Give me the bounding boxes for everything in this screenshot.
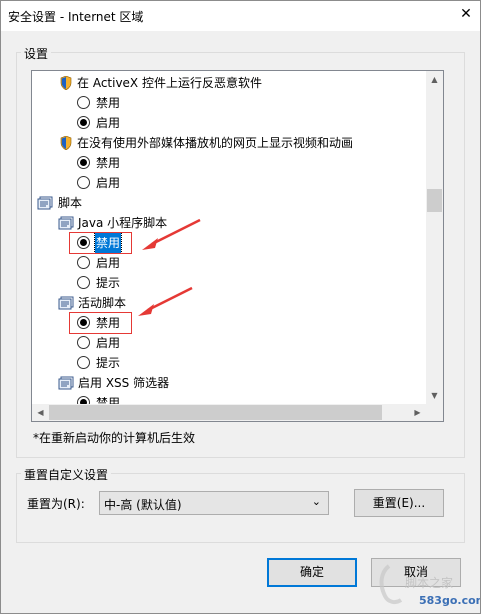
radio-button[interactable] (77, 176, 90, 189)
radio-button[interactable] (77, 336, 90, 349)
script-settings-icon (58, 216, 74, 230)
setting-shield-icon (60, 76, 72, 90)
radio-button[interactable] (77, 356, 90, 369)
subcategory-label: 活动脚本 (78, 296, 127, 310)
subcategory-active-scripting[interactable]: 活动脚本 (32, 293, 426, 313)
category-label: 脚本 (58, 196, 83, 210)
annotation-arrow-icon (142, 218, 201, 250)
vertical-scroll-thumb[interactable] (427, 189, 442, 212)
title-bar: 安全设置 - Internet 区域 ✕ (0, 0, 481, 31)
reset-button[interactable]: 重置(E)... (354, 489, 444, 517)
subcategory-label: 启用 XSS 筛选器 (78, 376, 170, 390)
category-scripting[interactable]: 脚本 (32, 193, 426, 213)
site-watermark: 脚本之家 583go.com (375, 560, 481, 614)
script-settings-icon (37, 196, 53, 210)
script-settings-icon (58, 376, 74, 390)
security-level-dropdown[interactable]: 中-高 (默认值) ⌄ (99, 491, 329, 515)
option-row[interactable]: 禁用 (32, 153, 426, 173)
radio-button[interactable] (77, 256, 90, 269)
option-label: 提示 (96, 276, 121, 290)
option-row[interactable]: 启用 (32, 253, 426, 273)
watermark-logo-icon (379, 564, 403, 605)
setting-activex-antimalware[interactable]: 在 ActiveX 控件上运行反恶意软件 (32, 73, 426, 93)
option-row[interactable]: 禁用 (32, 93, 426, 113)
option-label: 提示 (96, 356, 121, 370)
scroll-right-icon[interactable]: ▶ (409, 404, 426, 421)
option-row[interactable]: 启用 (32, 333, 426, 353)
setting-label: 在没有使用外部媒体播放机的网页上显示视频和动画 (77, 136, 354, 150)
ok-button-label: 确定 (299, 565, 324, 579)
watermark-url: 583go.com (419, 594, 481, 607)
radio-button[interactable] (77, 276, 90, 289)
reset-button-label: 重置(E)... (372, 496, 426, 510)
option-row[interactable]: 提示 (32, 353, 426, 373)
radio-button-checked[interactable] (77, 116, 90, 129)
watermark-text: 脚本之家 (405, 576, 454, 590)
annotation-box-java-disable (69, 232, 132, 254)
option-row[interactable]: 启用 (32, 173, 426, 193)
option-label: 启用 (96, 256, 121, 270)
reset-group-label: 重置自定义设置 (21, 466, 112, 483)
option-row[interactable]: 启用 (32, 113, 426, 133)
subcategory-xss-filter[interactable]: 启用 XSS 筛选器 (32, 373, 426, 393)
setting-media-video[interactable]: 在没有使用外部媒体播放机的网页上显示视频和动画 (32, 133, 426, 153)
reset-to-label: 重置为(R): (27, 497, 85, 511)
scroll-left-icon[interactable]: ◀ (32, 404, 49, 421)
option-label: 禁用 (96, 156, 121, 170)
settings-group-label: 设置 (21, 45, 52, 62)
restart-note: *在重新启动你的计算机后生效 (33, 431, 196, 445)
setting-shield-icon (60, 136, 72, 150)
setting-label: 在 ActiveX 控件上运行反恶意软件 (77, 76, 262, 90)
close-icon[interactable]: ✕ (456, 4, 476, 24)
horizontal-scroll-thumb[interactable] (49, 405, 382, 420)
option-label: 启用 (96, 176, 121, 190)
option-label: 启用 (96, 336, 121, 350)
ok-button[interactable]: 确定 (267, 558, 357, 587)
security-level-value: 中-高 (默认值) (104, 498, 182, 512)
option-label: 启用 (96, 116, 121, 130)
radio-button-checked[interactable] (77, 396, 90, 404)
window-title: 安全设置 - Internet 区域 (8, 10, 144, 24)
option-label: 禁用 (96, 96, 121, 110)
scroll-down-icon[interactable]: ▼ (426, 387, 443, 404)
annotation-box-active-scripting-disable (69, 312, 132, 334)
vertical-scrollbar[interactable]: ▲ ▼ (426, 71, 443, 404)
subcategory-java-applet-scripting[interactable]: Java 小程序脚本 (32, 213, 426, 233)
scroll-up-icon[interactable]: ▲ (426, 71, 443, 88)
radio-button-checked[interactable] (77, 156, 90, 169)
option-row[interactable]: 提示 (32, 273, 426, 293)
scrollbar-corner (426, 404, 443, 421)
option-row[interactable]: 禁用 (32, 393, 426, 404)
annotation-arrow-icon (138, 286, 193, 316)
horizontal-scrollbar[interactable]: ◀ ▶ (32, 404, 426, 421)
radio-button[interactable] (77, 96, 90, 109)
script-settings-icon (58, 296, 74, 310)
chevron-down-icon: ⌄ (311, 495, 321, 508)
option-label: 禁用 (96, 396, 121, 404)
